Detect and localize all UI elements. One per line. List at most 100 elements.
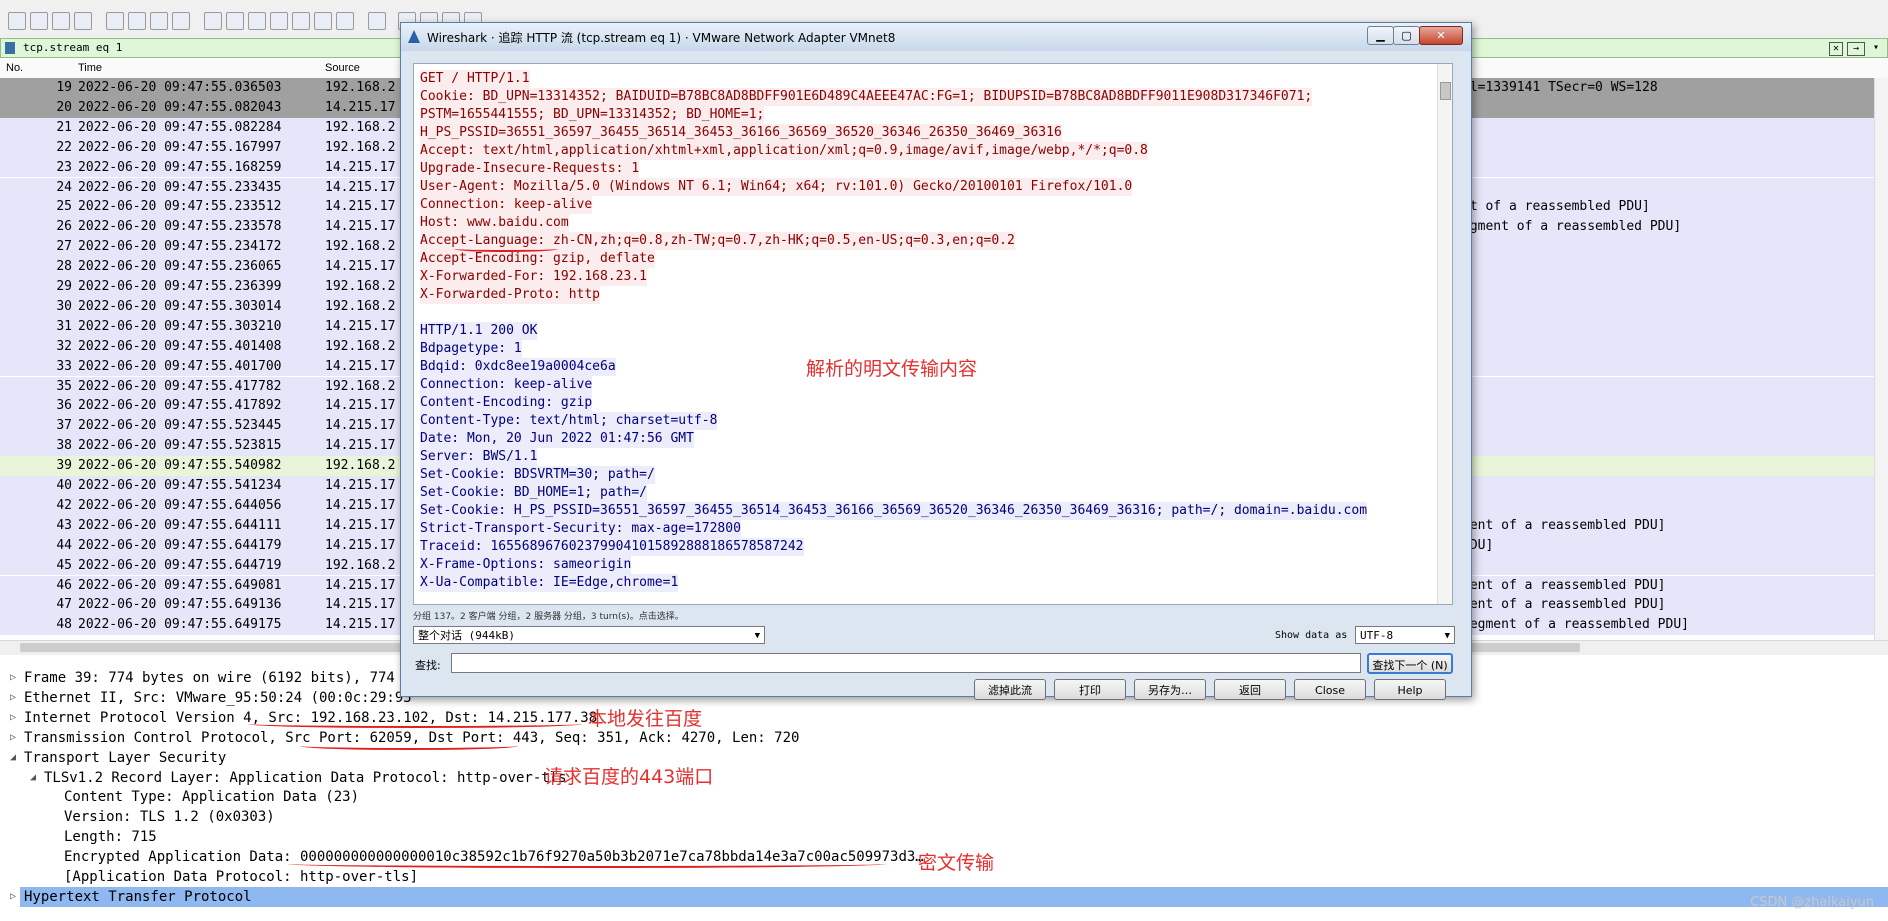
- server-line: Set-Cookie: BDSVRTM=30; path=/: [420, 466, 655, 484]
- column-no[interactable]: No.: [6, 62, 23, 74]
- client-line: User-Agent: Mozilla/5.0 (Windows NT 6.1;…: [420, 178, 1133, 196]
- expand-arrow-icon[interactable]: ▷: [10, 672, 16, 683]
- dialog-titlebar[interactable]: Wireshark · 追踪 HTTP 流 (tcp.stream eq 1) …: [401, 23, 1471, 51]
- clear-filter-icon[interactable]: ✕: [1829, 42, 1843, 56]
- column-source[interactable]: Source: [325, 62, 360, 74]
- close-button[interactable]: Close: [1294, 679, 1366, 700]
- go-forward-icon[interactable]: [248, 12, 266, 30]
- stop-capture-icon[interactable]: [30, 12, 48, 30]
- bookmark-icon[interactable]: [5, 42, 15, 54]
- packet-no: 28: [56, 259, 72, 275]
- stream-scrollbar[interactable]: [1437, 64, 1452, 604]
- packet-no: 46: [56, 577, 72, 593]
- packet-no: 23: [56, 159, 72, 175]
- capture-options-icon[interactable]: [74, 12, 92, 30]
- restart-capture-icon[interactable]: [52, 12, 70, 30]
- packet-no: 21: [56, 119, 72, 135]
- packet-time: 2022-06-20 09:47:55.082284: [78, 119, 282, 135]
- detail-row[interactable]: Version: TLS 1.2 (0x0303): [64, 807, 275, 827]
- close-file-icon[interactable]: [150, 12, 168, 30]
- wireshark-logo-icon: [408, 30, 420, 43]
- print-button[interactable]: 打印: [1054, 679, 1126, 700]
- stream-content[interactable]: GET / HTTP/1.1 Cookie: BD_UPN=13314352; B…: [413, 63, 1453, 605]
- packet-source: 192.168.2: [325, 239, 396, 255]
- packet-time: 2022-06-20 09:47:55.036503: [78, 80, 282, 95]
- packet-time: 2022-06-20 09:47:55.644179: [78, 537, 282, 553]
- autoscroll-icon[interactable]: [336, 12, 354, 30]
- find-input[interactable]: [451, 653, 1361, 673]
- detail-row[interactable]: Frame 39: 774 bytes on wire (6192 bits),…: [24, 668, 420, 688]
- packet-no: 37: [56, 418, 72, 434]
- annotation-ciphertext: 密文传输: [918, 852, 995, 874]
- packet-time: 2022-06-20 09:47:55.234172: [78, 239, 282, 255]
- detail-row[interactable]: Hypertext Transfer Protocol: [20, 886, 1888, 907]
- collapse-arrow-icon[interactable]: ◢: [10, 752, 16, 763]
- expand-arrow-icon[interactable]: ▷: [10, 712, 16, 723]
- first-packet-icon[interactable]: [292, 12, 310, 30]
- server-line: HTTP/1.1 200 OK: [420, 322, 538, 340]
- stream-stats: 分组 137。2 客户端 分组，2 服务器 分组，3 turn(s)。点击选择。: [413, 612, 684, 622]
- expand-arrow-icon[interactable]: ▷: [10, 891, 16, 902]
- follow-http-stream-dialog: Wireshark · 追踪 HTTP 流 (tcp.stream eq 1) …: [400, 22, 1472, 700]
- annotation-local-to-baidu: 本地发往百度: [588, 708, 703, 730]
- show-data-select-value: UTF-8: [1360, 629, 1394, 642]
- back-button[interactable]: 返回: [1214, 679, 1286, 700]
- packet-no: 36: [56, 398, 72, 414]
- packet-source: 192.168.2: [325, 338, 396, 354]
- detail-row[interactable]: [Application Data Protocol: http-over-tl…: [64, 867, 418, 887]
- detail-row[interactable]: Content Type: Application Data (23): [64, 787, 359, 807]
- collapse-arrow-icon[interactable]: ◢: [30, 772, 36, 783]
- open-file-icon[interactable]: [106, 12, 124, 30]
- packet-source: 14.215.17: [325, 159, 396, 175]
- apply-filter-icon[interactable]: →: [1847, 42, 1865, 56]
- colorize-icon[interactable]: [368, 12, 386, 30]
- packet-source: 14.215.17: [325, 199, 396, 215]
- packet-source: 14.215.17: [325, 418, 396, 434]
- go-back-icon[interactable]: [226, 12, 244, 30]
- packet-time: 2022-06-20 09:47:55.401408: [78, 338, 282, 354]
- help-button[interactable]: Help: [1374, 679, 1446, 700]
- stream-scroll-thumb[interactable]: [1440, 82, 1451, 100]
- detail-row[interactable]: Transport Layer Security: [24, 748, 226, 768]
- packet-no: 42: [56, 497, 72, 513]
- display-filter-input[interactable]: tcp.stream eq 1: [23, 41, 122, 54]
- packet-time: 2022-06-20 09:47:55.523815: [78, 438, 282, 454]
- server-line: Connection: keep-alive: [420, 376, 593, 394]
- underline-host: [454, 246, 558, 252]
- client-line: Upgrade-Insecure-Requests: 1: [420, 160, 640, 178]
- packet-no: 44: [56, 537, 72, 553]
- client-line: Host: www.baidu.com: [420, 214, 569, 232]
- packet-source: 14.215.17: [325, 478, 396, 493]
- packet-no: 22: [56, 139, 72, 155]
- filter-out-stream-button[interactable]: 滤掉此流: [974, 679, 1046, 700]
- go-to-packet-icon[interactable]: [270, 12, 288, 30]
- client-line: Cookie: BD_UPN=13314352; BAIDUID=B78BC8A…: [420, 88, 1313, 106]
- filter-dropdown-icon[interactable]: ▾: [1869, 42, 1883, 54]
- start-capture-icon[interactable]: [8, 12, 26, 30]
- last-packet-icon[interactable]: [314, 12, 332, 30]
- server-line: Set-Cookie: H_PS_PSSID=36551_36597_36455…: [420, 502, 1368, 520]
- minimize-icon[interactable]: ▁: [1367, 26, 1394, 45]
- show-data-select[interactable]: UTF-8 ▼: [1355, 626, 1455, 644]
- packet-time: 2022-06-20 09:47:55.233578: [78, 219, 282, 235]
- packet-time: 2022-06-20 09:47:55.303210: [78, 318, 282, 334]
- maximize-icon[interactable]: ▢: [1393, 26, 1420, 45]
- packet-source: 192.168.2: [325, 557, 396, 573]
- close-icon[interactable]: ✕: [1419, 26, 1463, 45]
- save-file-icon[interactable]: [128, 12, 146, 30]
- find-next-button[interactable]: 查找下一个 (N): [1367, 653, 1453, 674]
- column-time[interactable]: Time: [78, 62, 102, 74]
- detail-row[interactable]: TLSv1.2 Record Layer: Application Data P…: [44, 768, 567, 788]
- expand-arrow-icon[interactable]: ▷: [10, 732, 16, 743]
- find-packet-icon[interactable]: [204, 12, 222, 30]
- detail-row[interactable]: Ethernet II, Src: VMware_95:50:24 (00:0c…: [24, 688, 412, 708]
- chevron-down-icon: ▼: [1444, 631, 1450, 641]
- packet-no: 19: [56, 80, 72, 95]
- reload-icon[interactable]: [172, 12, 190, 30]
- conversation-select[interactable]: 整个对话 (944kB) ▼: [413, 626, 765, 644]
- detail-row[interactable]: Length: 715: [64, 827, 157, 847]
- save-as-button[interactable]: 另存为…: [1134, 679, 1206, 700]
- expand-arrow-icon[interactable]: ▷: [10, 692, 16, 703]
- server-line: Content-Type: text/html; charset=utf-8: [420, 412, 718, 430]
- packet-list-scrollbar[interactable]: [1874, 78, 1888, 640]
